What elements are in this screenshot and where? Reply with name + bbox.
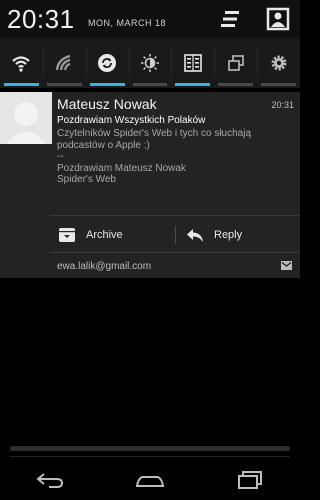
default-contact-icon <box>0 92 52 144</box>
notification-body: Czytelników Spider's Web i tych co słuch… <box>57 128 293 186</box>
divider <box>50 215 300 216</box>
toggle-indicator <box>261 83 297 86</box>
toggle-indicator <box>218 83 254 86</box>
recent-apps-icon <box>238 471 262 489</box>
gmail-icon <box>281 261 292 270</box>
brightness-icon <box>141 54 159 72</box>
profile-icon[interactable] <box>266 7 290 31</box>
reply-icon <box>187 229 203 242</box>
body-line: podcastów o Apple :) <box>57 139 150 151</box>
home-button[interactable] <box>100 460 200 500</box>
notification-time: 20:31 <box>271 100 294 110</box>
sync-toggle[interactable] <box>85 38 129 88</box>
body-line: -- <box>57 151 64 162</box>
avatar <box>0 92 52 144</box>
handle-line <box>10 456 290 457</box>
navigation-bar <box>0 460 300 500</box>
recent-apps-button[interactable] <box>200 460 300 500</box>
back-icon <box>36 473 64 488</box>
quick-settings-icon[interactable] <box>219 7 243 31</box>
status-header: 20:31 MON, MARCH 18 <box>0 0 300 38</box>
account-email: ewa.lalik@gmail.com <box>57 261 152 272</box>
toggle-indicator <box>89 83 125 86</box>
body-line: Spider's Web <box>57 174 116 185</box>
keyboard-icon <box>184 54 202 72</box>
notification-subject: Pozdrawiam Wszystkich Polaków <box>57 115 206 126</box>
divider <box>50 252 300 253</box>
archive-icon <box>59 228 75 242</box>
toggle-indicator <box>132 83 168 86</box>
toggle-indicator <box>46 83 82 86</box>
quick-toggles <box>0 38 300 88</box>
rotate-icon <box>227 55 244 71</box>
clock: 20:31 <box>7 4 75 34</box>
body-line: Czytelników Spider's Web i tych co słuch… <box>57 128 252 139</box>
home-icon <box>135 476 165 487</box>
drag-handle[interactable] <box>10 446 290 451</box>
archive-label: Archive <box>86 229 123 241</box>
settings-toggle[interactable] <box>257 38 300 88</box>
back-button[interactable] <box>0 460 100 500</box>
wifi-icon <box>12 56 31 72</box>
notification-sender: Mateusz Nowak <box>57 96 157 112</box>
toggle-indicator <box>4 83 39 86</box>
action-divider <box>175 226 176 244</box>
wifi-toggle[interactable] <box>0 38 43 88</box>
reply-label: Reply <box>214 229 243 241</box>
date: MON, MARCH 18 <box>88 18 167 28</box>
gear-icon <box>271 55 287 71</box>
email-notification[interactable]: Mateusz Nowak 20:31 Pozdrawiam Wszystkic… <box>0 92 300 278</box>
body-line: Pozdrawiam Mateusz Nowak <box>57 162 186 174</box>
brightness-toggle[interactable] <box>128 38 172 88</box>
sync-icon <box>98 54 117 72</box>
archive-button[interactable]: Archive <box>58 220 123 250</box>
data-toggle[interactable] <box>42 38 86 88</box>
toggle-indicator <box>175 83 211 86</box>
input-method-toggle[interactable] <box>171 38 214 88</box>
rotate-toggle[interactable] <box>214 38 257 88</box>
reply-button[interactable]: Reply <box>186 220 242 250</box>
signal-icon <box>56 54 71 71</box>
